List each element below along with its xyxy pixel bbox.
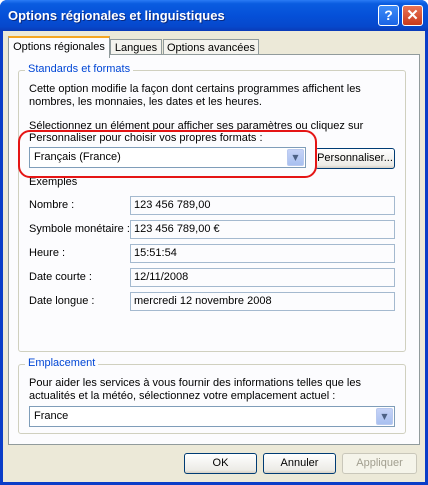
window-title: Options régionales et linguistiques	[8, 8, 225, 23]
example-label-date-longue: Date longue :	[29, 295, 95, 307]
standards-group: Standards et formats Cette option modifi…	[18, 63, 406, 352]
title-bar[interactable]: Options régionales et linguistiques ? ✕	[0, 0, 428, 31]
close-button[interactable]: ✕	[402, 5, 423, 26]
example-value-date-longue: mercredi 12 novembre 2008	[130, 292, 395, 311]
example-value-nombre: 123 456 789,00	[130, 196, 395, 215]
highlight-annotation	[18, 130, 317, 178]
cancel-button[interactable]: Annuler	[263, 453, 336, 474]
customize-button[interactable]: Personnaliser...	[315, 148, 395, 169]
dialog-window: Options régionales et linguistiques ? ✕ …	[0, 0, 428, 485]
help-button[interactable]: ?	[378, 5, 399, 26]
example-value-symbole: 123 456 789,00 €	[130, 220, 395, 239]
dialog-client-area: Options régionales Langues Options avanc…	[3, 31, 425, 482]
chevron-down-icon[interactable]: ▼	[376, 408, 393, 425]
apply-button[interactable]: Appliquer	[342, 453, 417, 474]
example-value-heure: 15:51:54	[130, 244, 395, 263]
tab-options-regionales[interactable]: Options régionales	[8, 36, 110, 58]
location-group: Emplacement Pour aider les services à vo…	[18, 357, 406, 434]
tab-panel: Standards et formats Cette option modifi…	[8, 54, 420, 445]
location-select-value: France	[34, 410, 69, 422]
example-label-heure: Heure :	[29, 247, 66, 259]
location-select[interactable]: France ▼	[29, 406, 395, 427]
standards-description: Cette option modifie la façon dont certa…	[29, 83, 361, 108]
example-label-date-courte: Date courte :	[29, 271, 92, 283]
ok-button[interactable]: OK	[184, 453, 257, 474]
standards-group-label: Standards et formats	[25, 63, 134, 75]
example-label-symbole: Symbole monétaire :	[29, 223, 130, 235]
example-label-nombre: Nombre :	[29, 199, 75, 211]
example-value-date-courte: 12/11/2008	[130, 268, 395, 287]
location-description: Pour aider les services à vous fournir d…	[29, 377, 361, 402]
location-group-label: Emplacement	[25, 357, 99, 369]
